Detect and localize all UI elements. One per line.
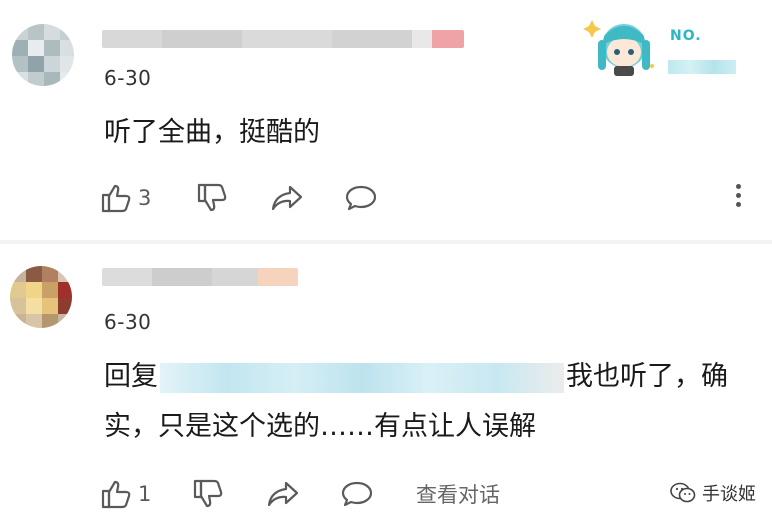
badge-number-blurred xyxy=(668,60,736,74)
watermark-text: 手谈姬 xyxy=(702,484,756,505)
comment-text: 回复 我也听了，确 实，只是这个选的……有点让人误解 xyxy=(104,361,728,442)
comment-date: 6-30 xyxy=(104,310,152,334)
avatar[interactable] xyxy=(10,266,72,328)
comment-item: 6-30 回复 我也听了，确 实，只是这个选的……有点让人误解 1 查看对话 xyxy=(0,244,772,520)
user-badge: NO. xyxy=(582,14,742,80)
reply-button[interactable] xyxy=(344,180,378,216)
share-icon xyxy=(267,481,299,507)
view-conversation-link[interactable]: 查看对话 xyxy=(416,476,500,512)
username-blurred[interactable] xyxy=(102,268,298,286)
wechat-icon xyxy=(670,482,696,503)
share-button[interactable] xyxy=(266,476,300,512)
share-button[interactable] xyxy=(270,180,304,216)
like-button[interactable]: 1 xyxy=(100,476,151,512)
comment-item: NO. 6-30 听了全曲，挺酷的 3 xyxy=(0,0,772,242)
thumbs-up-icon xyxy=(101,480,131,509)
share-icon xyxy=(271,185,303,211)
comment-actions: 3 xyxy=(100,180,760,216)
dislike-button[interactable] xyxy=(196,180,230,216)
like-count: 3 xyxy=(138,186,152,210)
reply-button[interactable] xyxy=(340,476,374,512)
comment-icon xyxy=(345,185,377,211)
more-button[interactable] xyxy=(736,184,742,211)
dislike-button[interactable] xyxy=(192,476,226,512)
like-count: 1 xyxy=(138,482,152,506)
comment-actions: 1 查看对话 xyxy=(100,476,760,512)
avatar[interactable] xyxy=(12,24,74,86)
username-blurred[interactable] xyxy=(102,30,464,48)
badge-label: NO. xyxy=(670,28,702,44)
more-icon xyxy=(736,184,742,207)
comment-date: 6-30 xyxy=(104,66,152,90)
thumbs-down-icon xyxy=(197,183,227,212)
reply-target-blurred[interactable] xyxy=(160,362,564,393)
thumbs-down-icon xyxy=(193,479,223,508)
comment-text: 听了全曲，挺酷的 xyxy=(104,117,320,148)
thumbs-up-icon xyxy=(101,184,131,213)
mascot-icon xyxy=(583,20,654,76)
reply-prefix: 回复 xyxy=(104,361,158,392)
comment-icon xyxy=(341,481,373,507)
watermark: 手谈姬 xyxy=(670,480,756,506)
like-button[interactable]: 3 xyxy=(100,180,151,216)
